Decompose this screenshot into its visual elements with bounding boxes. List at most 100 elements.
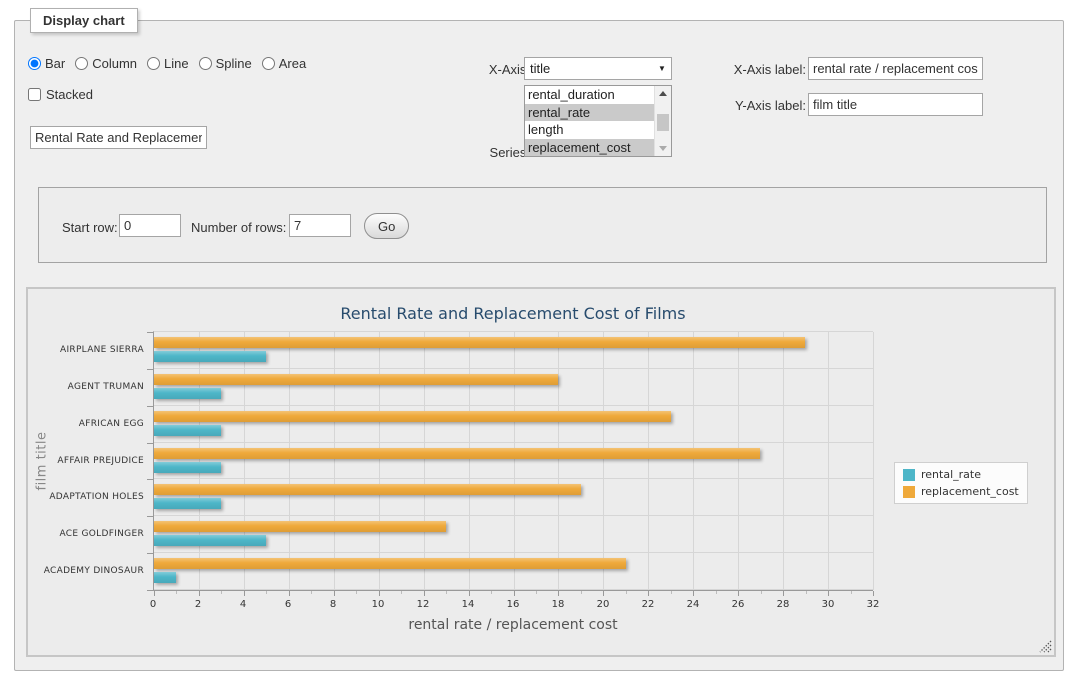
x-axis-tick	[244, 591, 245, 596]
number-of-rows-input[interactable]	[289, 214, 351, 237]
bar-replacement_cost[interactable]	[154, 558, 626, 569]
x-axis-minor-tick	[446, 591, 447, 594]
stacked-checkbox[interactable]	[28, 88, 41, 101]
x-axis-minor-tick	[851, 591, 852, 594]
chart-type-label: Bar	[45, 56, 65, 71]
x-axis-tick-label: 18	[552, 599, 565, 610]
series-options: rental_durationrental_ratelengthreplacem…	[525, 86, 654, 156]
chart-title: Rental Rate and Replacement Cost of Film…	[28, 304, 998, 323]
bar-replacement_cost[interactable]	[154, 411, 671, 422]
chart-type-radio-column[interactable]	[75, 57, 88, 70]
bar-rental_rate[interactable]	[154, 388, 221, 399]
x-axis-tick-labels: 02468101214161820222426283032	[153, 599, 873, 613]
y-axis-label-input[interactable]	[808, 93, 983, 116]
x-axis-tick-label: 20	[597, 599, 610, 610]
series-option-rental_duration[interactable]: rental_duration	[525, 86, 654, 104]
chart-legend[interactable]: rental_rate replacement_cost	[894, 462, 1028, 504]
x-axis-minor-tick	[491, 591, 492, 594]
gridline	[873, 332, 874, 590]
chart-title-input[interactable]	[30, 126, 207, 149]
bar-rental_rate[interactable]	[154, 425, 221, 436]
bar-rental_rate[interactable]	[154, 351, 266, 362]
x-axis-label-label: X-Axis label:	[714, 62, 806, 77]
x-axis-minor-tick	[266, 591, 267, 594]
x-axis-label-input[interactable]	[808, 57, 983, 80]
category-band: AFFAIR PREJUDICE	[154, 443, 873, 480]
chart-type-radio-line[interactable]	[147, 57, 160, 70]
chart-type-radios: Bar Column Line Spline Area	[28, 56, 306, 71]
chart-type-bar[interactable]: Bar	[28, 56, 65, 71]
chart-type-radio-area[interactable]	[262, 57, 275, 70]
x-axis-tick-label: 14	[462, 599, 475, 610]
bar-replacement_cost[interactable]	[154, 374, 558, 385]
chart-type-label: Spline	[216, 56, 252, 71]
x-axis-tick	[558, 591, 559, 596]
scrollbar-track[interactable]	[655, 101, 671, 141]
y-axis-tick	[147, 516, 153, 517]
x-axis-tick	[603, 591, 604, 596]
bar-rental_rate[interactable]	[154, 462, 221, 473]
x-axis-tick-label: 16	[507, 599, 520, 610]
series-option-rental_rate[interactable]: rental_rate	[525, 104, 654, 122]
chart-type-label: Area	[279, 56, 306, 71]
chart-type-line[interactable]: Line	[147, 56, 189, 71]
plot-area: AIRPLANE SIERRAAGENT TRUMANAFRICAN EGGAF…	[153, 331, 873, 591]
x-axis-select[interactable]: title ▼	[524, 57, 672, 80]
x-axis-tick	[289, 591, 290, 596]
resize-grip-icon[interactable]	[1039, 640, 1052, 653]
chart-type-radio-spline[interactable]	[199, 57, 212, 70]
scroll-down-icon[interactable]	[655, 141, 671, 156]
x-axis-minor-tick	[671, 591, 672, 594]
bar-replacement_cost[interactable]	[154, 337, 805, 348]
fieldset-legend: Display chart	[30, 8, 138, 33]
chart-type-column[interactable]: Column	[75, 56, 137, 71]
x-axis-minor-tick	[581, 591, 582, 594]
x-axis-tick	[334, 591, 335, 596]
bar-rental_rate[interactable]	[154, 535, 266, 546]
y-axis-tick	[147, 369, 153, 370]
y-axis-tick	[147, 479, 153, 480]
legend-label: replacement_cost	[921, 485, 1019, 498]
scrollbar-thumb[interactable]	[657, 114, 669, 131]
x-axis-tick	[693, 591, 694, 596]
series-option-replacement_cost[interactable]: replacement_cost	[525, 139, 654, 157]
legend-label: rental_rate	[921, 468, 981, 481]
category-band: ACADEMY DINOSAUR	[154, 553, 873, 590]
x-axis-minor-tick	[761, 591, 762, 594]
series-scrollbar[interactable]	[654, 86, 671, 156]
series-listbox[interactable]: rental_durationrental_ratelengthreplacem…	[524, 85, 672, 157]
legend-swatch	[903, 469, 915, 481]
legend-swatch	[903, 486, 915, 498]
x-axis-minor-tick	[806, 591, 807, 594]
x-axis-tick	[873, 591, 874, 596]
chart-type-radio-bar[interactable]	[28, 57, 41, 70]
start-row-input[interactable]	[119, 214, 181, 237]
bar-replacement_cost[interactable]	[154, 521, 446, 532]
y-axis-title: film title	[35, 431, 50, 490]
chevron-down-icon: ▼	[653, 64, 671, 73]
bar-replacement_cost[interactable]	[154, 448, 760, 459]
series-option-length[interactable]: length	[525, 121, 654, 139]
stacked-option[interactable]: Stacked	[28, 87, 93, 102]
category-label: AGENT TRUMAN	[68, 382, 144, 392]
bar-rental_rate[interactable]	[154, 498, 221, 509]
x-axis-minor-tick	[626, 591, 627, 594]
x-axis-tick-label: 32	[867, 599, 880, 610]
x-axis-tick	[154, 591, 155, 596]
chart-type-spline[interactable]: Spline	[199, 56, 252, 71]
chart-type-area[interactable]: Area	[262, 56, 306, 71]
x-axis-tick-label: 2	[195, 599, 201, 610]
bar-replacement_cost[interactable]	[154, 484, 581, 495]
stacked-label: Stacked	[46, 87, 93, 102]
scroll-up-icon[interactable]	[655, 86, 671, 101]
category-label: ADAPTATION HOLES	[49, 492, 144, 502]
legend-item-replacement_cost[interactable]: replacement_cost	[903, 485, 1019, 498]
x-axis-select-value: title	[525, 61, 653, 76]
x-axis-tick	[648, 591, 649, 596]
go-button[interactable]: Go	[364, 213, 409, 239]
bar-rental_rate[interactable]	[154, 572, 176, 583]
legend-item-rental_rate[interactable]: rental_rate	[903, 468, 1019, 481]
series-label: Series:	[451, 145, 530, 160]
x-axis-title: rental rate / replacement cost	[153, 617, 873, 633]
category-label: AIRPLANE SIERRA	[60, 345, 144, 355]
